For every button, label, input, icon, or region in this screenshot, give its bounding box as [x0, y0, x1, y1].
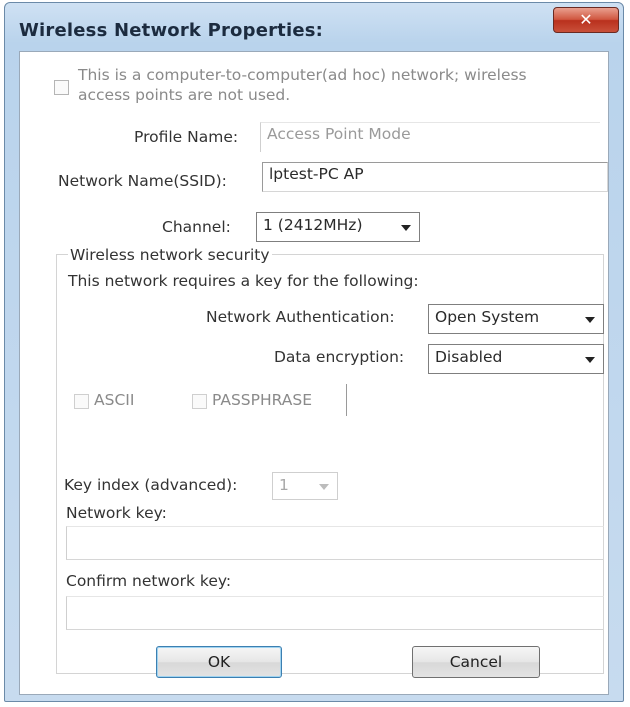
channel-label: Channel:	[162, 218, 231, 236]
ascii-checkbox[interactable]	[74, 394, 89, 409]
close-button[interactable]: ✕	[553, 7, 619, 33]
data-encryption-label: Data encryption:	[274, 348, 405, 366]
close-icon: ✕	[579, 10, 593, 29]
chevron-down-icon	[585, 357, 595, 363]
profile-name-label: Profile Name:	[134, 128, 239, 146]
chevron-down-icon	[585, 317, 595, 323]
dialog-title: Wireless Network Properties:	[19, 20, 324, 41]
ok-button[interactable]: OK	[156, 646, 282, 678]
security-group-title: Wireless network security	[68, 246, 272, 264]
dialog-body: This is a computer-to-computer(ad hoc) n…	[19, 51, 609, 695]
ascii-label: ASCII	[94, 391, 135, 409]
passphrase-checkbox[interactable]	[192, 394, 207, 409]
network-auth-value: Open System	[435, 308, 540, 326]
key-index-value: 1	[279, 476, 289, 494]
network-auth-select[interactable]: Open System	[428, 304, 604, 334]
ssid-input[interactable]: lptest-PC AP	[262, 162, 608, 192]
cancel-button[interactable]: Cancel	[412, 646, 540, 678]
passphrase-label: PASSPHRASE	[212, 391, 313, 409]
channel-select[interactable]: 1 (2412MHz)	[256, 212, 420, 242]
profile-name-field: Access Point Mode	[260, 122, 600, 152]
network-auth-label: Network Authentication:	[206, 308, 395, 326]
wireless-properties-dialog: Wireless Network Properties: ✕ This is a…	[4, 2, 624, 702]
divider	[346, 384, 347, 416]
key-index-select[interactable]: 1	[272, 472, 338, 500]
requires-key-text: This network requires a key for the foll…	[68, 272, 419, 290]
channel-value: 1 (2412MHz)	[263, 216, 363, 234]
profile-name-value: Access Point Mode	[267, 125, 411, 143]
key-index-label: Key index (advanced):	[64, 476, 238, 494]
chevron-down-icon	[319, 484, 329, 490]
adhoc-checkbox[interactable]	[54, 80, 69, 95]
ssid-label: Network Name(SSID):	[58, 172, 227, 190]
confirm-key-input[interactable]	[66, 596, 604, 630]
data-encryption-select[interactable]: Disabled	[428, 344, 604, 374]
confirm-key-label: Confirm network key:	[66, 572, 232, 590]
title-bar[interactable]: Wireless Network Properties: ✕	[5, 3, 623, 55]
data-encryption-value: Disabled	[435, 348, 503, 366]
adhoc-label-line1: This is a computer-to-computer(ad hoc) n…	[78, 66, 527, 84]
network-key-input[interactable]	[66, 526, 604, 560]
adhoc-label-line2: access points are not used.	[78, 86, 291, 104]
ssid-value: lptest-PC AP	[269, 165, 364, 183]
network-key-label: Network key:	[66, 504, 167, 522]
chevron-down-icon	[401, 225, 411, 231]
